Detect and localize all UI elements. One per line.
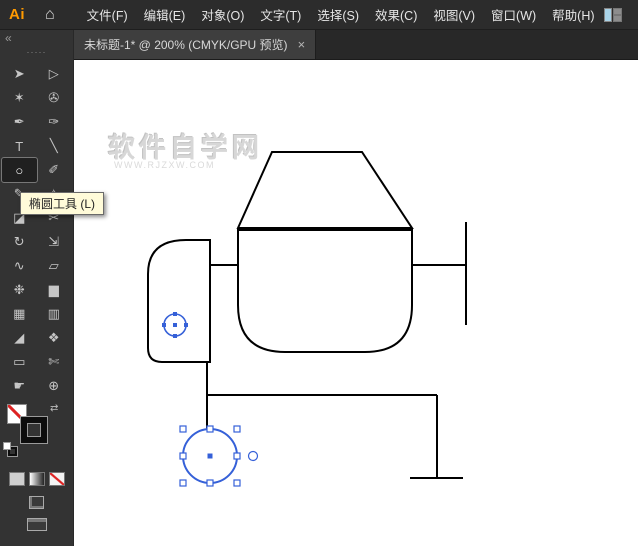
tools-panel: ➤▷✶✇✒✑T╲○✐✎✧◪✂↻⇲∿▱❉▆▦▥◢❖▭✄☛⊕ ⇄ — [0, 60, 74, 546]
gradient-tool[interactable]: ▥ — [37, 302, 72, 326]
curvature-tool[interactable]: ✑ — [37, 110, 72, 134]
menu-item-5[interactable]: 效果(C) — [367, 1, 425, 28]
default-fill-stroke-icon[interactable] — [3, 442, 18, 457]
artwork-big-circle-selection[interactable] — [179, 425, 259, 487]
menu-item-3[interactable]: 文字(T) — [252, 1, 309, 28]
tab-strip: 未标题-1* @ 200% (CMYK/GPU 预览) × — [74, 30, 638, 60]
width-tool[interactable]: ∿ — [2, 254, 37, 278]
stroke-swatch[interactable] — [20, 416, 48, 444]
symbol-sprayer-tool[interactable]: ❉ — [2, 278, 37, 302]
anchor-handle[interactable] — [162, 323, 166, 327]
toolbar-header: « ····· — [0, 30, 74, 60]
anchor-handle[interactable] — [173, 312, 177, 316]
rotate-tool[interactable]: ↻ — [2, 230, 37, 254]
none-button[interactable] — [48, 472, 65, 486]
menu-item-2[interactable]: 对象(O) — [193, 1, 252, 28]
app-logo[interactable]: Ai — [0, 6, 35, 23]
swap-fill-stroke-icon[interactable]: ⇄ — [50, 403, 58, 414]
artwork-motor-housing[interactable] — [147, 239, 211, 363]
blend-tool[interactable]: ❖ — [37, 326, 72, 350]
bbox-handle-n[interactable] — [206, 425, 214, 433]
artwork-drum-body[interactable] — [237, 229, 413, 353]
menu-item-1[interactable]: 编辑(E) — [136, 1, 194, 28]
selection-tool[interactable]: ➤ — [2, 62, 37, 86]
bbox-handle-sw[interactable] — [179, 479, 187, 487]
document-tab-title: 未标题-1* @ 200% (CMYK/GPU 预览) — [84, 38, 288, 52]
zoom-tool[interactable]: ⊕ — [37, 374, 72, 398]
default-fill-mini-icon — [3, 442, 11, 450]
paint-style-row — [0, 472, 73, 486]
gradient-button[interactable] — [28, 472, 45, 486]
menu-item-7[interactable]: 窗口(W) — [483, 1, 544, 28]
magic-wand-tool[interactable]: ✶ — [2, 86, 37, 110]
tool-grid: ➤▷✶✇✒✑T╲○✐✎✧◪✂↻⇲∿▱❉▆▦▥◢❖▭✄☛⊕ — [0, 60, 73, 398]
document-tab[interactable]: 未标题-1* @ 200% (CMYK/GPU 预览) × — [74, 30, 317, 59]
paintbrush-tool[interactable]: ✐ — [37, 158, 72, 182]
workspace-switcher-icon[interactable] — [604, 7, 622, 22]
tooltip-ellipse-tool: 椭圆工具 (L) — [20, 192, 105, 215]
menu-bar: Ai ⌂ 文件(F) 编辑(E) 对象(O) 文字(T) 选择(S) 效果(C) 视图(V)… — [0, 0, 638, 30]
artboard-tool[interactable]: ▭ — [2, 350, 37, 374]
pen-tool[interactable]: ✒ — [2, 110, 37, 134]
graph-tool[interactable]: ▆ — [37, 278, 72, 302]
menu-item-0[interactable]: 文件(F) — [79, 1, 136, 28]
bbox-handle-e[interactable] — [233, 452, 241, 460]
bbox-handle-w[interactable] — [179, 452, 187, 460]
anchor-handle[interactable] — [173, 334, 177, 338]
anchor-handle[interactable] — [184, 323, 188, 327]
screen-mode-button[interactable] — [26, 518, 47, 531]
swatch-area: ⇄ — [0, 402, 73, 466]
bbox-handle-s[interactable] — [206, 479, 214, 487]
center-point[interactable] — [207, 453, 213, 459]
home-icon[interactable]: ⌂ — [35, 6, 65, 24]
toolbar-collapse-icon[interactable]: « — [5, 31, 12, 45]
corner-widget[interactable] — [247, 450, 259, 462]
slice-tool[interactable]: ✄ — [37, 350, 72, 374]
menu-item-6[interactable]: 视图(V) — [425, 1, 483, 28]
type-tool[interactable]: T — [2, 134, 37, 158]
scale-tool[interactable]: ⇲ — [37, 230, 72, 254]
color-button[interactable] — [8, 472, 25, 486]
lasso-tool[interactable]: ✇ — [37, 86, 72, 110]
tab-row: « ····· 未标题-1* @ 200% (CMYK/GPU 预览) × — [0, 30, 638, 60]
center-point[interactable] — [173, 323, 177, 327]
ellipse-tool[interactable]: ○ — [1, 157, 38, 183]
bbox-handle-se[interactable] — [233, 479, 241, 487]
free-transform-tool[interactable]: ▱ — [37, 254, 72, 278]
draw-mode-button[interactable] — [29, 496, 44, 509]
artboard-canvas[interactable]: 软件自学网 WWW.RJZXW.COM — [74, 60, 638, 546]
menu-list: 文件(F) 编辑(E) 对象(O) 文字(T) 选择(S) 效果(C) 视图(V) 窗口(W)… — [79, 1, 603, 28]
toolbar-grip-handle[interactable]: ····· — [0, 47, 73, 57]
direct-selection-tool[interactable]: ▷ — [37, 62, 72, 86]
eyedropper-tool[interactable]: ◢ — [2, 326, 37, 350]
mesh-tool[interactable]: ▦ — [2, 302, 37, 326]
tab-close-icon[interactable]: × — [298, 37, 306, 52]
artwork-svg — [147, 151, 467, 487]
hand-tool[interactable]: ☛ — [2, 374, 37, 398]
bbox-handle-nw[interactable] — [179, 425, 187, 433]
menu-item-4[interactable]: 选择(S) — [309, 1, 367, 28]
artwork-drum-top[interactable] — [236, 151, 414, 229]
mode-area — [0, 496, 73, 531]
line-segment-tool[interactable]: ╲ — [37, 134, 72, 158]
bbox-handle-ne[interactable] — [233, 425, 241, 433]
menu-item-8[interactable]: 帮助(H) — [544, 1, 602, 28]
